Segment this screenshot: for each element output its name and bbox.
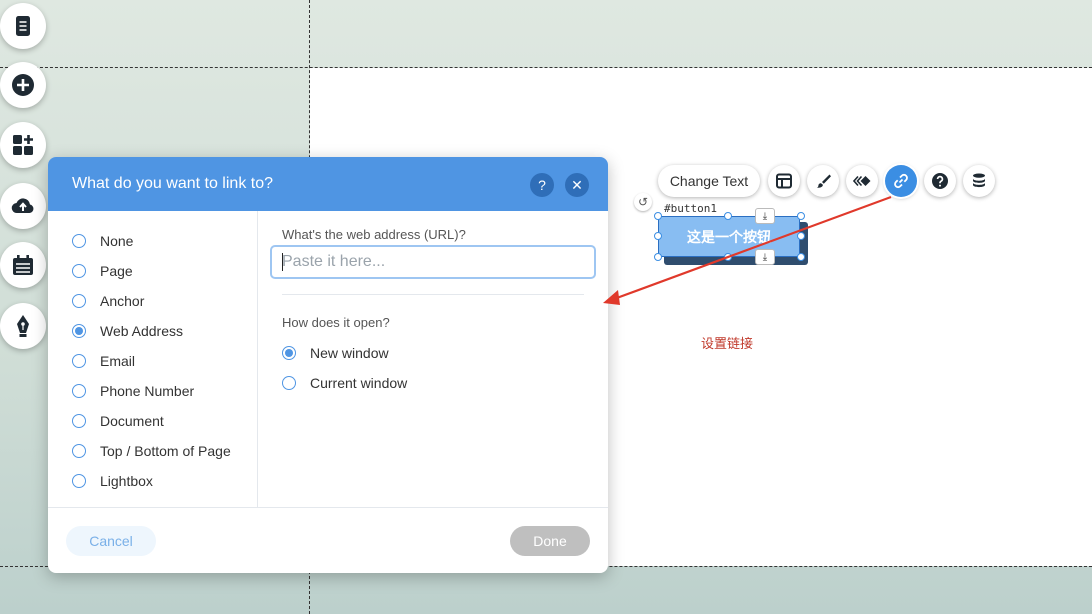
option-label: New window <box>310 345 389 361</box>
open-mode-label: How does it open? <box>282 315 390 330</box>
radio-top-bottom[interactable] <box>72 444 86 458</box>
pen-icon <box>17 315 29 337</box>
resize-handle[interactable] <box>654 232 662 240</box>
resize-handle[interactable] <box>797 253 805 261</box>
stretch-down-icon[interactable]: ⤓ <box>755 208 775 224</box>
link-option-lightbox[interactable]: Lightbox <box>72 471 153 491</box>
option-label: Email <box>100 353 136 369</box>
divider <box>282 294 584 295</box>
add-button[interactable] <box>0 62 46 108</box>
option-label: Document <box>100 413 164 429</box>
rotate-icon[interactable]: ↺ <box>634 193 652 211</box>
option-label: Current window <box>310 375 408 391</box>
help-icon <box>932 173 948 189</box>
resize-handle[interactable] <box>724 253 732 261</box>
animation-icon <box>853 175 871 187</box>
url-input[interactable] <box>270 245 596 279</box>
resize-handle[interactable] <box>654 212 662 220</box>
help-icon[interactable]: ? <box>530 173 554 197</box>
annotation-label: 设置链接 <box>701 336 754 351</box>
option-label: Lightbox <box>100 473 153 489</box>
database-button[interactable] <box>963 165 995 197</box>
resize-handle[interactable] <box>797 232 805 240</box>
resize-handle[interactable] <box>797 212 805 220</box>
link-icon <box>894 173 908 189</box>
apps-button[interactable] <box>0 122 46 168</box>
dialog-footer: Cancel Done <box>48 507 608 573</box>
text-caret <box>282 253 283 271</box>
option-label: Top / Bottom of Page <box>100 443 231 459</box>
design-brush-icon <box>816 174 831 188</box>
link-option-page[interactable]: Page <box>72 261 133 281</box>
layout-button[interactable] <box>768 165 800 197</box>
link-dialog: What do you want to link to? ? ✕ None Pa… <box>48 157 608 573</box>
option-label: None <box>100 233 134 249</box>
url-field-label: What's the web address (URL)? <box>282 227 466 242</box>
link-option-web-address[interactable]: Web Address <box>72 321 183 341</box>
option-label: Web Address <box>100 323 184 339</box>
link-option-top-bottom[interactable]: Top / Bottom of Page <box>72 441 231 461</box>
option-label: Page <box>100 263 133 279</box>
resize-handle[interactable] <box>724 212 732 220</box>
link-option-phone-number[interactable]: Phone Number <box>72 381 194 401</box>
radio-lightbox[interactable] <box>72 474 86 488</box>
radio-document[interactable] <box>72 414 86 428</box>
radio-new-window[interactable] <box>282 346 296 360</box>
database-icon <box>973 173 985 188</box>
radio-current-window[interactable] <box>282 376 296 390</box>
resize-handle[interactable] <box>654 253 662 261</box>
element-id-label: #button1 <box>664 202 717 215</box>
radio-none[interactable] <box>72 234 86 248</box>
calendar-button[interactable] <box>0 242 46 288</box>
link-option-document[interactable]: Document <box>72 411 164 431</box>
link-option-none[interactable]: None <box>72 231 133 251</box>
stretch-down-icon[interactable]: ⤓ <box>755 249 775 265</box>
dialog-title: What do you want to link to? <box>72 175 273 192</box>
option-label: Anchor <box>100 293 145 309</box>
selected-button-text: 这是一个按钮 <box>687 228 771 245</box>
link-option-email[interactable]: Email <box>72 351 135 371</box>
upload-icon <box>11 198 34 214</box>
option-label: Phone Number <box>100 383 195 399</box>
pages-button[interactable] <box>0 3 46 49</box>
calendar-icon <box>13 255 33 275</box>
add-icon <box>12 74 34 96</box>
open-option-current-window[interactable]: Current window <box>282 373 407 393</box>
selected-button-element[interactable]: 这是一个按钮 <box>658 216 800 257</box>
upload-button[interactable] <box>0 183 46 229</box>
change-text-button[interactable]: Change Text <box>658 165 760 197</box>
radio-page[interactable] <box>72 264 86 278</box>
help-button[interactable] <box>924 165 956 197</box>
cancel-button[interactable]: Cancel <box>66 526 156 556</box>
layout-icon <box>776 173 792 189</box>
animation-button[interactable] <box>846 165 878 197</box>
header-guide-line <box>0 67 1092 68</box>
apps-icon <box>13 135 33 155</box>
radio-web-address[interactable] <box>72 324 86 338</box>
link-option-anchor[interactable]: Anchor <box>72 291 144 311</box>
design-button[interactable] <box>807 165 839 197</box>
open-option-new-window[interactable]: New window <box>282 343 389 363</box>
dialog-header: What do you want to link to? ? ✕ <box>48 157 608 211</box>
link-button[interactable] <box>885 165 917 197</box>
done-button[interactable]: Done <box>510 526 590 556</box>
pen-button[interactable] <box>0 303 46 349</box>
link-type-list: None Page Anchor Web Address Email Phone… <box>48 211 258 507</box>
radio-anchor[interactable] <box>72 294 86 308</box>
pages-icon <box>16 16 30 36</box>
close-icon[interactable]: ✕ <box>565 173 589 197</box>
radio-email[interactable] <box>72 354 86 368</box>
radio-phone-number[interactable] <box>72 384 86 398</box>
